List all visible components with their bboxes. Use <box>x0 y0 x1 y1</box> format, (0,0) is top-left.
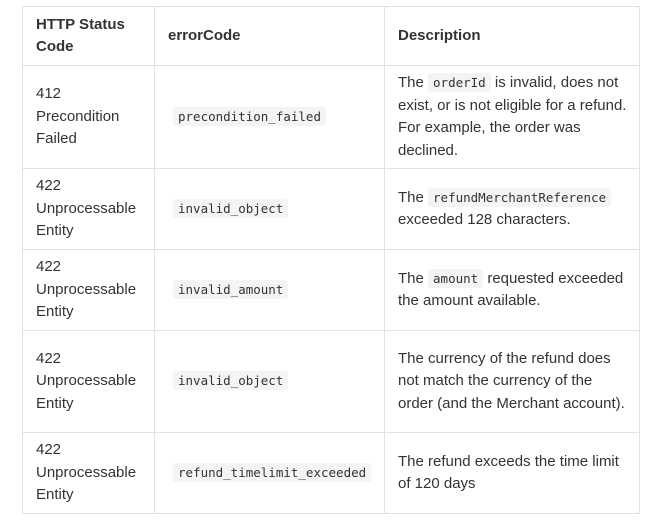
header-http-status-code: HTTP Status Code <box>22 6 155 66</box>
status-cell: 422 Unprocessable Entity <box>22 432 155 514</box>
error-code: invalid_amount <box>173 279 289 299</box>
table-header: HTTP Status Code errorCode Description <box>22 6 640 66</box>
status-cell: 422 Unprocessable Entity <box>22 330 155 433</box>
description-inline-code: refundMerchantReference <box>428 187 612 207</box>
status-cell: 412 Precondition Failed <box>22 65 155 169</box>
description-text: The refund exceeds the time limit of 120… <box>398 452 619 493</box>
table-row: 412 Precondition Failed precondition_fai… <box>22 65 640 169</box>
description-text: The currency of the refund does not matc… <box>398 349 625 412</box>
description-text: exceeded 128 characters. <box>398 211 571 228</box>
table-body: 412 Precondition Failed precondition_fai… <box>22 65 640 514</box>
error-code: refund_timelimit_exceeded <box>173 462 372 482</box>
description-inline-code: orderId <box>428 73 491 92</box>
status-cell: 422 Unprocessable Entity <box>22 168 155 250</box>
error-code: precondition_failed <box>173 106 326 126</box>
description-cell: The refund exceeds the time limit of 120… <box>384 432 640 514</box>
header-description: Description <box>384 6 640 66</box>
description-text: The <box>398 74 429 91</box>
status-text: Unprocessable Entity <box>36 463 137 504</box>
description-cell: The refundMerchantReference exceeded 128… <box>384 168 640 250</box>
status-code: 422 <box>36 349 62 367</box>
description-cell: The orderId is invalid, does not exist, … <box>384 65 640 169</box>
error-code: invalid_object <box>173 371 289 391</box>
description-text: The <box>398 269 429 287</box>
table-row: 422 Unprocessable Entity refund_timelimi… <box>22 432 640 514</box>
error-code-cell: precondition_failed <box>154 65 385 169</box>
description-cell: The amount requested exceeded the amount… <box>384 249 640 331</box>
status-code: 412 <box>36 85 62 103</box>
header-row: HTTP Status Code errorCode Description <box>22 6 640 66</box>
description-inline-code: amount <box>428 268 484 288</box>
status-text: Unprocessable Entity <box>36 372 137 412</box>
error-code-cell: invalid_object <box>154 330 385 433</box>
status-text: Unprocessable Entity <box>36 199 137 240</box>
status-code: 422 <box>36 441 62 459</box>
status-text: Precondition Failed <box>36 107 120 148</box>
error-code-cell: refund_timelimit_exceeded <box>154 432 385 514</box>
error-codes-table-container: HTTP Status Code errorCode Description 4… <box>22 6 640 514</box>
status-text: Unprocessable Entity <box>36 280 137 321</box>
error-code-cell: invalid_object <box>154 168 385 250</box>
status-cell: 422 Unprocessable Entity <box>22 249 155 331</box>
table-row: 422 Unprocessable Entity invalid_object … <box>22 168 640 250</box>
error-code-cell: invalid_amount <box>154 249 385 331</box>
description-text: The <box>398 188 429 206</box>
description-cell: The currency of the refund does not matc… <box>384 330 640 433</box>
header-error-code: errorCode <box>154 6 385 66</box>
error-code: invalid_object <box>173 198 289 218</box>
status-code: 422 <box>36 258 62 276</box>
status-code: 422 <box>36 177 62 195</box>
table-row: 422 Unprocessable Entity invalid_amount … <box>22 249 640 331</box>
table-row: 422 Unprocessable Entity invalid_object … <box>22 330 640 433</box>
error-codes-table: HTTP Status Code errorCode Description 4… <box>22 6 640 514</box>
